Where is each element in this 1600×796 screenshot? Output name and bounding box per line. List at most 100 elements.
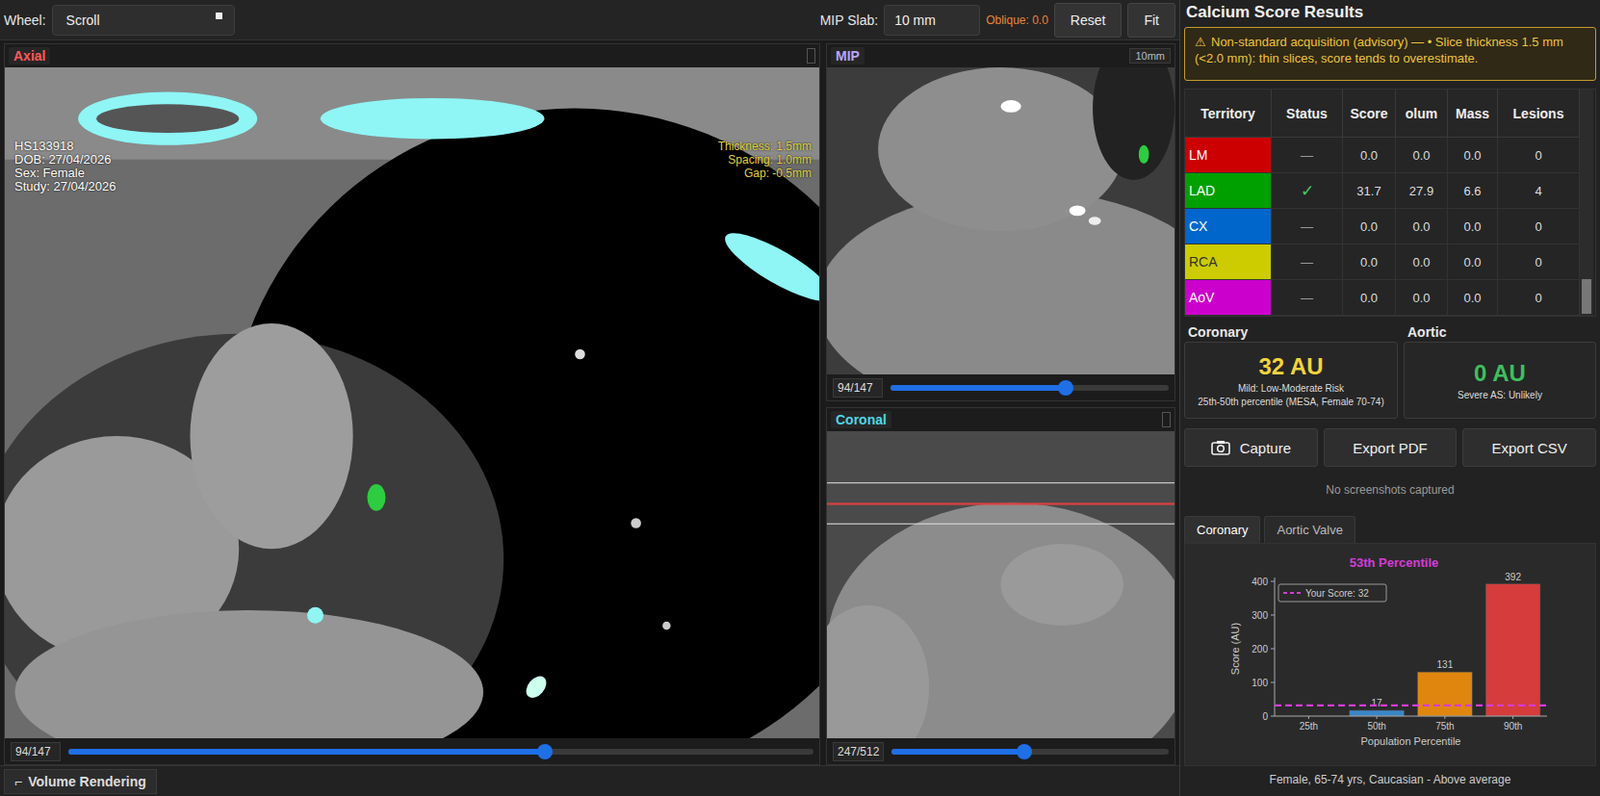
axial-slider-fill xyxy=(68,748,545,755)
export-pdf-button[interactable]: Export PDF xyxy=(1323,428,1458,467)
column-header[interactable]: Mass xyxy=(1447,89,1498,138)
ct-shape xyxy=(574,349,586,361)
ct-shape xyxy=(96,103,239,133)
chart-tab[interactable]: Coronary xyxy=(1184,516,1261,543)
slice-counter: 94/147 xyxy=(10,742,61,762)
ct-shape xyxy=(1092,67,1175,181)
coronal-slider-track[interactable] xyxy=(891,748,1169,755)
patient-line: Sex: Female xyxy=(14,166,117,181)
column-header[interactable]: Territory xyxy=(1185,89,1272,138)
ct-image xyxy=(4,67,820,739)
camera-top xyxy=(1216,440,1225,444)
action-label: Export CSV xyxy=(1491,439,1567,457)
y-tick xyxy=(1270,648,1275,650)
card-title: Coronary xyxy=(1184,324,1398,342)
action-label: Export PDF xyxy=(1352,439,1428,457)
collapse-icon: ⌐ xyxy=(14,774,23,790)
bar-label: 392 xyxy=(1504,571,1522,583)
column-header[interactable]: olum xyxy=(1395,89,1448,138)
view-menu-icon[interactable] xyxy=(1161,412,1171,428)
aortic-box: 0 AUSevere AS: Unlikely xyxy=(1403,341,1597,419)
oblique-readout: Oblique: 0.0 xyxy=(985,13,1049,27)
coronal-slider-fill xyxy=(891,748,1025,755)
capture-button[interactable]: Capture xyxy=(1184,428,1318,467)
mass-cell: 0.0 xyxy=(1447,280,1498,316)
y-tick-label: 200 xyxy=(1251,644,1268,655)
x-axis xyxy=(1274,716,1548,718)
x-tick-label: 50th xyxy=(1367,721,1386,732)
status-cell: — xyxy=(1271,244,1343,281)
axial-slider-thumb[interactable] xyxy=(537,744,553,760)
y-tick-label: 300 xyxy=(1251,610,1268,621)
warning-icon: ⚠ xyxy=(1194,34,1207,50)
fit-button[interactable]: Fit xyxy=(1127,2,1176,38)
patient-line: Study: 27/04/2026 xyxy=(14,180,117,194)
chart-tab[interactable]: Aortic Valve xyxy=(1264,516,1355,543)
percentile-label: 25th-50th percentile (MESA, Female 70-74… xyxy=(1197,396,1384,408)
axial-slider-track[interactable] xyxy=(68,748,814,755)
ct-shape xyxy=(1138,145,1150,164)
mip-slab-input[interactable]: 10 mm xyxy=(883,4,981,36)
population-note: Female, 65-74 yrs, Caucasian - Above ave… xyxy=(1184,766,1597,793)
acquisition-line: Gap: -0.5mm xyxy=(718,166,812,181)
x-axis-label: Population Percentile xyxy=(1361,735,1462,748)
coronal-slider-thumb[interactable] xyxy=(1016,744,1033,760)
ct-shape xyxy=(1001,100,1022,113)
wheel-dropdown[interactable]: Scroll xyxy=(51,4,235,36)
ct-shape xyxy=(630,517,642,529)
status-cell: — xyxy=(1271,280,1343,316)
viewer-area: Wheel:ScrollMIP Slab:10 mmOblique: 0.0Re… xyxy=(0,0,1181,796)
view-menu-icon[interactable] xyxy=(806,48,816,64)
bar xyxy=(1349,710,1405,717)
legend-label: Your Score: 32 xyxy=(1305,588,1369,599)
score-line xyxy=(1274,704,1548,707)
wheel-label: Wheel: xyxy=(3,12,47,28)
view-image[interactable]: HS133918DOB: 27/04/2026Sex: FemaleStudy:… xyxy=(4,67,820,739)
acquisition-line: Spacing: 1.0mm xyxy=(718,153,812,167)
ct-image xyxy=(826,67,1175,375)
column-header[interactable]: Status xyxy=(1271,89,1343,138)
y-tick-label: 400 xyxy=(1251,576,1268,588)
card-title: Aortic xyxy=(1403,324,1597,342)
score-cell: 31.7 xyxy=(1342,173,1396,209)
column-header[interactable]: Score xyxy=(1342,89,1396,138)
ct-shape xyxy=(1001,543,1124,626)
export-csv-button[interactable]: Export CSV xyxy=(1462,428,1597,467)
volume-rendering-bar: ⌐Volume Rendering xyxy=(0,765,1180,796)
wheel-value: Scroll xyxy=(66,12,101,28)
lesions-cell: 4 xyxy=(1497,173,1580,209)
view-image[interactable] xyxy=(826,67,1175,375)
territory-cell: LM xyxy=(1185,137,1272,174)
axial-slider-row: 94/147 xyxy=(4,738,820,765)
bar-label: 17 xyxy=(1371,697,1384,709)
view-image[interactable] xyxy=(826,431,1175,739)
reset-button[interactable]: Reset xyxy=(1054,2,1123,38)
mip-slider-thumb[interactable] xyxy=(1058,380,1074,396)
coronary-box: 32 AUMild: Low-Moderate Risk25th-50th pe… xyxy=(1184,341,1398,419)
ct-shape xyxy=(320,98,545,140)
mip-slider-track[interactable] xyxy=(890,385,1169,391)
ct-shape xyxy=(877,67,1124,232)
chart-tabs: CoronaryAortic Valve xyxy=(1184,512,1597,543)
table-scrollbar[interactable] xyxy=(1579,89,1594,316)
y-tick xyxy=(1270,682,1275,684)
volume-rendering-toggle[interactable]: ⌐Volume Rendering xyxy=(3,769,157,795)
view-title: MIP xyxy=(830,47,865,65)
mass-cell: 0.0 xyxy=(1447,244,1498,281)
chart-panel: 53th Percentile0100200300400Score (AU)25… xyxy=(1184,542,1597,767)
score-table: TerritoryStatusScoreolumMassLesionsLM—0.… xyxy=(1185,89,1580,316)
volume-cell: 0.0 xyxy=(1395,208,1448,245)
acquisition-line: Thickness: 1.5mm xyxy=(718,139,812,154)
score-cell: 0.0 xyxy=(1342,137,1396,174)
coronal-slider-row: 247/512 xyxy=(826,738,1175,765)
y-tick-label: 100 xyxy=(1251,677,1268,689)
y-tick xyxy=(1270,615,1275,617)
view-title: Coronal xyxy=(830,411,892,429)
slice-counter: 247/512 xyxy=(832,742,884,762)
status-cell: — xyxy=(1271,137,1343,174)
column-header[interactable]: Lesions xyxy=(1497,89,1580,138)
ct-shape xyxy=(1069,206,1086,217)
chart-title: 53th Percentile xyxy=(1349,555,1440,570)
scrollbar-thumb[interactable] xyxy=(1581,279,1592,314)
risk-label: Mild: Low-Moderate Risk xyxy=(1238,383,1344,394)
